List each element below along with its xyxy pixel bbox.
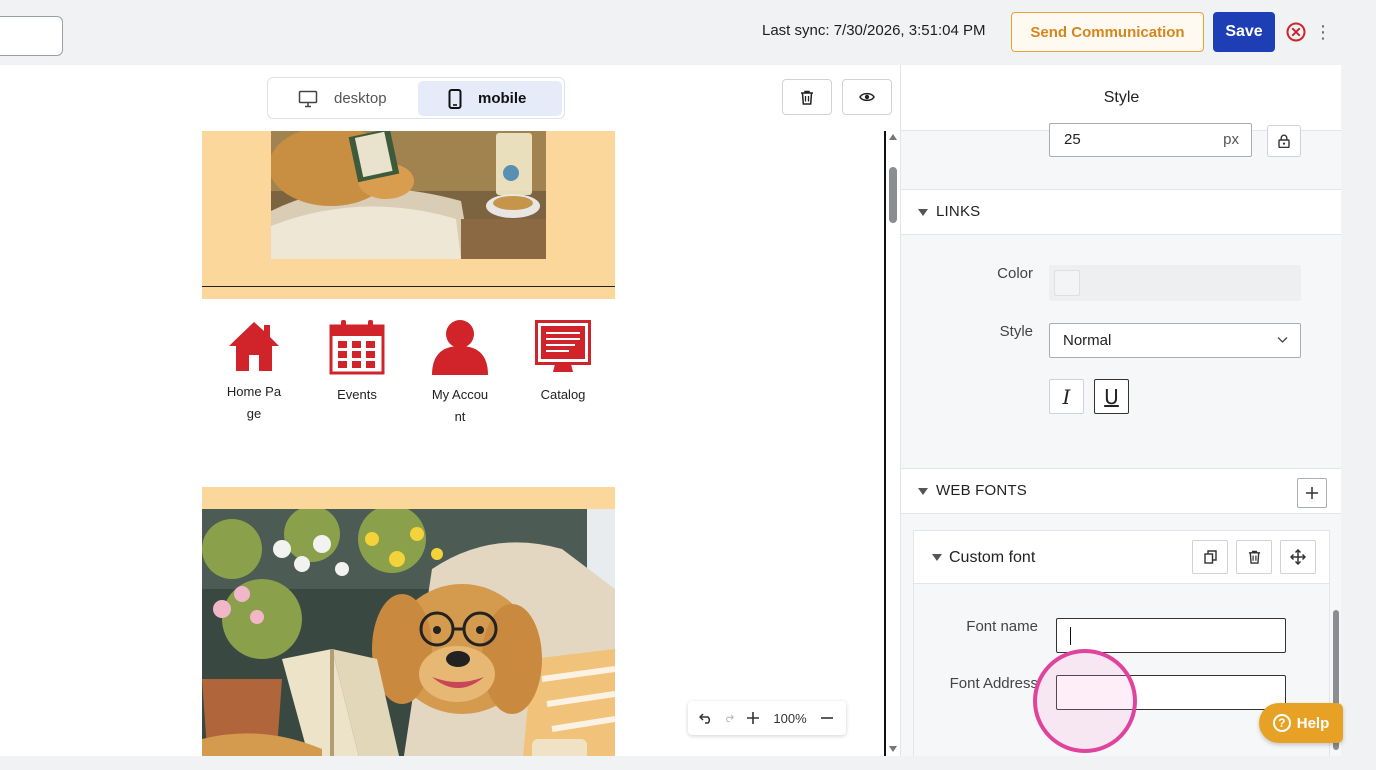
links-heading: LINKS	[936, 203, 981, 220]
calendar-icon	[329, 320, 385, 375]
view-toggle: desktop mobile	[267, 77, 565, 119]
font-name-label: Font name	[966, 618, 1038, 635]
zoom-toolbar: 100%	[688, 701, 846, 735]
preview-button[interactable]	[842, 79, 892, 115]
caret-down-icon	[932, 554, 942, 561]
email-preview: Home Page Events My Account Catalog	[202, 131, 615, 756]
custom-font-title: Custom font	[949, 549, 1036, 566]
canvas-scroll-thumb[interactable]	[889, 167, 897, 223]
add-font-button[interactable]	[1297, 478, 1327, 508]
caret-down-icon	[918, 488, 928, 495]
click-highlight-ring	[1033, 649, 1137, 753]
move-icon	[1290, 549, 1306, 565]
move-font-button[interactable]	[1280, 540, 1316, 574]
view-mobile-button[interactable]: mobile	[418, 81, 562, 116]
communication-name-input[interactable]	[0, 16, 63, 56]
help-label: Help	[1296, 714, 1330, 732]
nav-label-catalog: Catalog	[540, 387, 586, 402]
mobile-icon	[448, 88, 462, 109]
delete-font-button[interactable]	[1236, 540, 1272, 574]
dog-reading-image-top	[271, 131, 546, 259]
lock-icon	[1278, 134, 1290, 148]
size-value: 25	[1064, 131, 1081, 148]
italic-button[interactable]: I	[1049, 379, 1084, 414]
user-icon	[432, 320, 488, 375]
links-section-header[interactable]: LINKS	[901, 189, 1341, 235]
monitor-icon	[535, 320, 591, 372]
redo-icon[interactable]	[724, 712, 734, 724]
font-name-input[interactable]	[1056, 618, 1286, 653]
view-desktop-label: desktop	[334, 90, 387, 107]
web-fonts-heading: WEB FONTS	[936, 482, 1027, 499]
email-canvas: desktop mobile Home Page Events My Accou…	[0, 65, 900, 756]
nav-item-home[interactable]: Home Page	[213, 320, 295, 425]
dog-reading-image	[202, 509, 615, 756]
scroll-up-icon[interactable]	[888, 133, 898, 141]
underline-button[interactable]: U	[1094, 379, 1129, 414]
copy-icon	[1203, 550, 1217, 564]
nav-label-my-account: My Account	[431, 387, 489, 424]
zoom-level: 100%	[773, 710, 807, 726]
delete-button[interactable]	[782, 79, 832, 115]
trash-icon	[801, 90, 813, 105]
link-color-picker[interactable]	[1049, 265, 1301, 301]
nav-label-home: Home Page	[226, 384, 282, 421]
nav-item-my-account[interactable]: My Account	[419, 320, 501, 428]
trash-icon	[1248, 550, 1260, 564]
image-section-background	[202, 487, 615, 509]
eye-icon	[859, 92, 875, 102]
undo-icon[interactable]	[688, 712, 724, 724]
link-style-label: Style	[999, 323, 1033, 340]
duplicate-font-button[interactable]	[1192, 540, 1228, 574]
close-circle-icon[interactable]	[1286, 22, 1306, 42]
nav-item-events[interactable]: Events	[316, 320, 398, 406]
canvas-divider	[884, 131, 886, 756]
canvas-scrollbar[interactable]	[888, 131, 898, 756]
divider-line	[202, 286, 615, 287]
italic-icon: I	[1062, 384, 1071, 409]
color-chip[interactable]	[1054, 270, 1080, 296]
bottom-strip	[0, 756, 1376, 770]
view-mobile-label: mobile	[478, 90, 527, 107]
link-style-select[interactable]: Normal	[1049, 323, 1301, 358]
nav-item-catalog[interactable]: Catalog	[522, 320, 604, 406]
link-color-label: Color	[997, 265, 1033, 282]
zoom-out-icon[interactable]	[808, 711, 846, 725]
size-input[interactable]: 25 px	[1049, 123, 1252, 157]
help-button[interactable]: ? Help	[1259, 703, 1343, 743]
scroll-down-icon[interactable]	[888, 745, 898, 753]
underline-icon: U	[1104, 384, 1119, 409]
desktop-icon	[298, 90, 318, 107]
web-fonts-section-header[interactable]: WEB FONTS	[901, 468, 1341, 514]
caret-down-icon	[918, 209, 928, 216]
send-communication-button[interactable]: Send Communication	[1011, 12, 1204, 52]
font-address-label: Font Address	[949, 675, 1038, 692]
style-panel: Style 25 px LINKS Color Style Normal I U…	[900, 65, 1341, 756]
panel-title: Style	[901, 65, 1341, 131]
question-icon: ?	[1272, 714, 1291, 732]
home-icon	[229, 322, 279, 371]
nav-label-events: Events	[337, 387, 377, 402]
view-desktop-button[interactable]: desktop	[272, 81, 416, 116]
plus-icon	[1306, 487, 1318, 499]
save-button[interactable]: Save	[1213, 12, 1275, 52]
kebab-icon[interactable]: ⋮	[1314, 22, 1332, 42]
zoom-in-icon[interactable]	[734, 711, 772, 725]
text-cursor	[1070, 627, 1071, 645]
size-unit: px	[1223, 131, 1239, 148]
top-bar: Last sync: 7/30/2026, 3:51:04 PM Send Co…	[0, 0, 1376, 65]
last-sync-text: Last sync: 7/30/2026, 3:51:04 PM	[762, 22, 986, 39]
chevron-down-icon	[1277, 337, 1288, 343]
link-style-value: Normal	[1063, 332, 1112, 349]
lock-button[interactable]	[1267, 125, 1301, 157]
